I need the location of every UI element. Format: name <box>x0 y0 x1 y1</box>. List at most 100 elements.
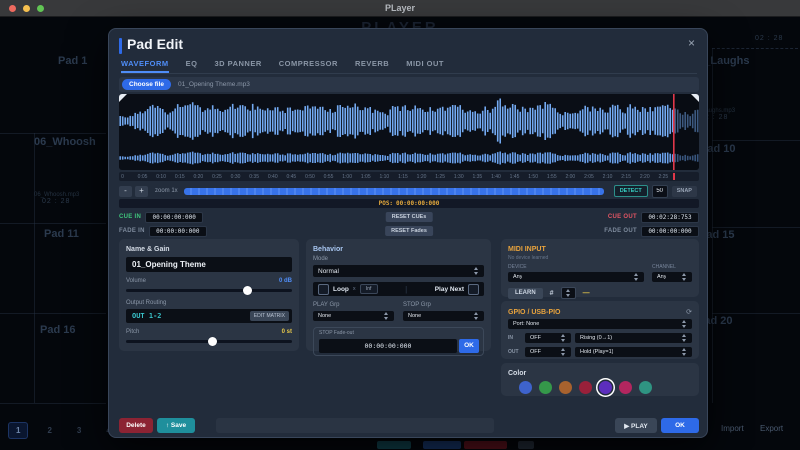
stop-grp-dropdown[interactable]: None <box>403 311 484 321</box>
zoom-in-button[interactable]: + <box>135 186 148 197</box>
import-button[interactable]: Import <box>721 424 744 433</box>
pad-pad-1[interactable]: Pad 1 <box>58 55 87 67</box>
timeline-tick: 1:50 <box>528 174 538 180</box>
note-stepper[interactable] <box>561 287 576 299</box>
pitch-slider-thumb[interactable] <box>208 337 217 346</box>
volume-label: Volume <box>126 278 146 284</box>
reset-cues-button[interactable]: RESET CUEs <box>386 212 433 222</box>
timeline-tick: 0:20 <box>193 174 203 180</box>
behavior-panel: Behavior Mode Normal Loop x | Play Next … <box>306 239 491 351</box>
reset-fades-button[interactable]: RESET Fades <box>385 226 433 236</box>
play-next-checkbox[interactable] <box>468 284 479 295</box>
tab-midi-out[interactable]: MIDI OUT <box>406 59 444 73</box>
dropdown-arrows-icon <box>473 312 480 320</box>
dropdown-arrows-icon <box>681 320 688 328</box>
dropdown-arrows-icon <box>681 334 688 342</box>
page-tab-2[interactable]: 2 <box>41 422 57 439</box>
dialog-title: Pad Edit <box>127 36 183 52</box>
zoom-out-button[interactable]: - <box>119 186 132 197</box>
volume-slider[interactable] <box>126 289 292 292</box>
pad-pad-11[interactable]: Pad 11 <box>44 228 79 240</box>
pad-06_whoosh[interactable]: 06_Whoosh06_Whoosh.mp302 : 28 <box>34 136 96 205</box>
cue-in-input[interactable] <box>145 212 203 223</box>
color-swatch[interactable] <box>559 381 572 394</box>
tab-eq[interactable]: EQ <box>186 59 198 73</box>
pitch-label: Pitch <box>126 329 139 335</box>
output-routing-label: Output Routing <box>126 300 292 306</box>
timeline-tick: 2:10 <box>603 174 613 180</box>
color-swatch[interactable] <box>619 381 632 394</box>
zoom-slider[interactable] <box>184 188 604 195</box>
snap-button[interactable]: SNAP <box>672 186 697 197</box>
stepper-arrows-icon <box>565 289 572 297</box>
fade-out-input[interactable] <box>641 226 699 237</box>
channel-dropdown[interactable]: Any <box>652 272 692 282</box>
timeline-tick: 1:45 <box>510 174 520 180</box>
refresh-ports-icon[interactable]: ⟳ <box>686 308 692 316</box>
pitch-slider[interactable] <box>126 340 292 343</box>
name-gain-panel: Name & Gain Volume 0 dB Output Routing O… <box>119 239 299 351</box>
tab-3d-panner[interactable]: 3D PANNER <box>214 59 261 73</box>
timeline-tick: 0:55 <box>324 174 334 180</box>
tab-compressor[interactable]: COMPRESSOR <box>279 59 338 73</box>
learned-note-value: — <box>583 290 590 297</box>
cue-out-input[interactable] <box>641 212 699 223</box>
device-label: DEVICE <box>508 264 644 270</box>
loop-times-label: x <box>353 286 356 292</box>
choose-file-button[interactable]: Choose file <box>122 79 171 90</box>
edit-matrix-button[interactable]: EDIT MATRIX <box>250 311 289 321</box>
close-icon[interactable]: × <box>688 36 695 50</box>
save-button[interactable]: ↑ Save <box>157 418 195 433</box>
note-symbol: # <box>550 290 554 297</box>
play-grp-dropdown[interactable]: None <box>313 311 394 321</box>
channel-label: CHANNEL <box>652 264 692 270</box>
mode-dropdown[interactable]: Normal <box>313 265 484 277</box>
gpio-in-edge-dropdown[interactable]: Rising (0→1) <box>575 333 692 343</box>
pad-label: Pad 16 <box>40 324 75 336</box>
waveform-display[interactable] <box>119 94 699 170</box>
tab-waveform[interactable]: WAVEFORM <box>121 59 169 73</box>
page-tab-1[interactable]: 1 <box>8 422 28 439</box>
tab-reverb[interactable]: REVERB <box>355 59 389 73</box>
volume-slider-thumb[interactable] <box>243 286 252 295</box>
delete-button[interactable]: Delete <box>119 418 153 433</box>
stop-fade-out-input[interactable] <box>319 339 457 353</box>
mode-label: Mode <box>313 256 484 262</box>
loop-count-input[interactable] <box>360 284 378 294</box>
name-gain-title: Name & Gain <box>126 246 292 253</box>
export-button[interactable]: Export <box>760 424 783 433</box>
timeline-tick: 1:55 <box>547 174 557 180</box>
stop-fade-ok-button[interactable]: OK <box>459 339 479 353</box>
device-dropdown[interactable]: Any <box>508 272 644 282</box>
mode-value: Normal <box>318 268 339 275</box>
timeline-tick: 1:05 <box>361 174 371 180</box>
loop-checkbox[interactable] <box>318 284 329 295</box>
pad-name-input[interactable] <box>126 257 292 272</box>
fade-in-input[interactable] <box>149 226 207 237</box>
stop-grp-value: None <box>408 313 421 319</box>
learn-button[interactable]: LEARN <box>508 288 543 299</box>
device-value: Any <box>513 274 522 280</box>
color-swatch[interactable] <box>579 381 592 394</box>
play-button[interactable]: ▶ PLAY <box>615 418 657 433</box>
color-swatch[interactable] <box>599 381 612 394</box>
pad-duration: 02 : 28 <box>755 35 783 42</box>
color-swatch[interactable] <box>639 381 652 394</box>
pad-pad-16[interactable]: Pad 16 <box>40 324 75 336</box>
loop-row: Loop x | Play Next <box>313 282 484 296</box>
gpio-out-mode-dropdown[interactable]: OFF <box>525 347 571 357</box>
tab-bar: WAVEFORM EQ 3D PANNER COMPRESSOR REVERB MIDI … <box>121 59 697 74</box>
color-swatch[interactable] <box>519 381 532 394</box>
timeline-ruler[interactable]: 00:050:100:150:200:250:300:350:400:450:5… <box>119 172 699 181</box>
detect-threshold-input[interactable] <box>652 185 668 198</box>
gpio-in-label: IN <box>508 335 521 341</box>
channel-value: Any <box>657 274 666 280</box>
gpio-out-edge-dropdown[interactable]: Hold (Play=1) <box>575 347 692 357</box>
gpio-in-mode-dropdown[interactable]: OFF <box>525 333 571 343</box>
gpio-port-dropdown[interactable]: Port: None <box>508 319 692 329</box>
detect-button[interactable]: DETECT <box>614 185 648 197</box>
ok-button[interactable]: OK <box>661 418 699 433</box>
play-grp-label: PLAY Grp <box>313 302 394 308</box>
page-tab-3[interactable]: 3 <box>71 422 87 439</box>
color-swatch[interactable] <box>539 381 552 394</box>
